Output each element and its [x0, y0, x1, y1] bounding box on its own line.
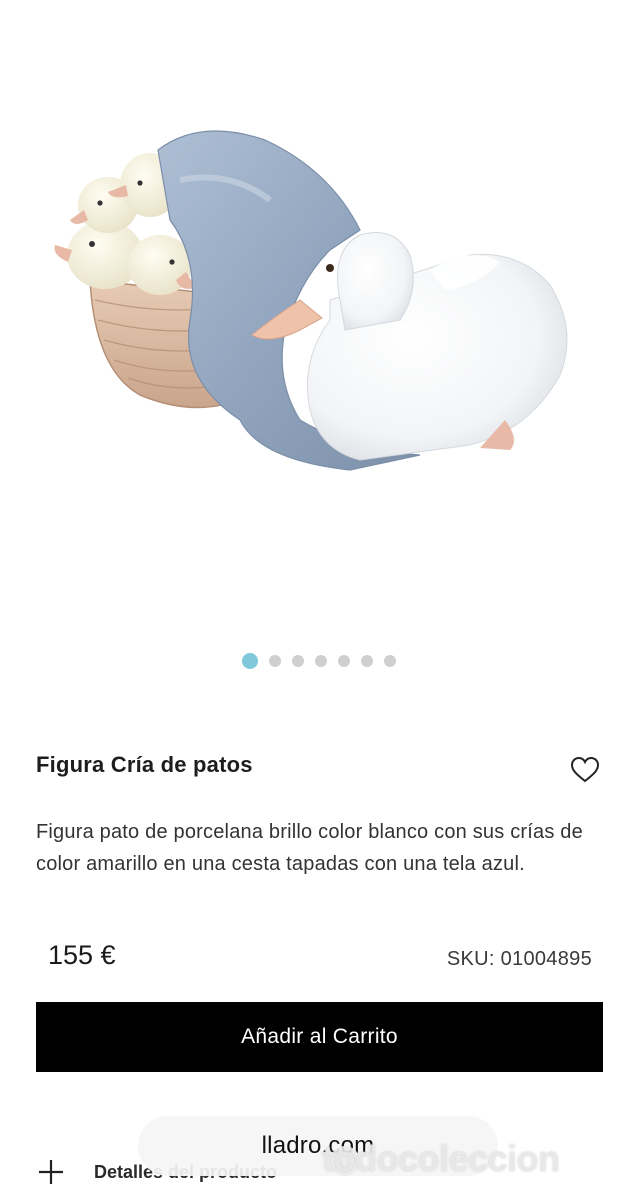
gallery-dot-6[interactable] — [361, 655, 373, 667]
gallery-pagination — [0, 653, 638, 669]
gallery-dot-3[interactable] — [292, 655, 304, 667]
gallery-dot-2[interactable] — [269, 655, 281, 667]
product-image — [54, 130, 568, 471]
add-to-cart-button[interactable]: Añadir al Carrito — [36, 1002, 603, 1072]
heart-outline-icon — [570, 756, 600, 783]
plus-icon — [39, 1160, 63, 1184]
favorite-button[interactable] — [570, 756, 600, 784]
gallery-dot-5[interactable] — [338, 655, 350, 667]
product-sku: SKU: 01004895 — [446, 948, 592, 970]
product-title: Figura Cría de patos — [36, 752, 253, 777]
product-price: 155 € — [48, 940, 116, 970]
product-image-gallery[interactable] — [0, 0, 638, 640]
gallery-dot-1[interactable] — [242, 653, 258, 669]
watermark: todocoleccion — [322, 1138, 560, 1179]
product-description: Figura pato de porcelana brillo color bl… — [36, 821, 583, 875]
gallery-dot-7[interactable] — [384, 655, 396, 667]
gallery-dot-4[interactable] — [315, 655, 327, 667]
